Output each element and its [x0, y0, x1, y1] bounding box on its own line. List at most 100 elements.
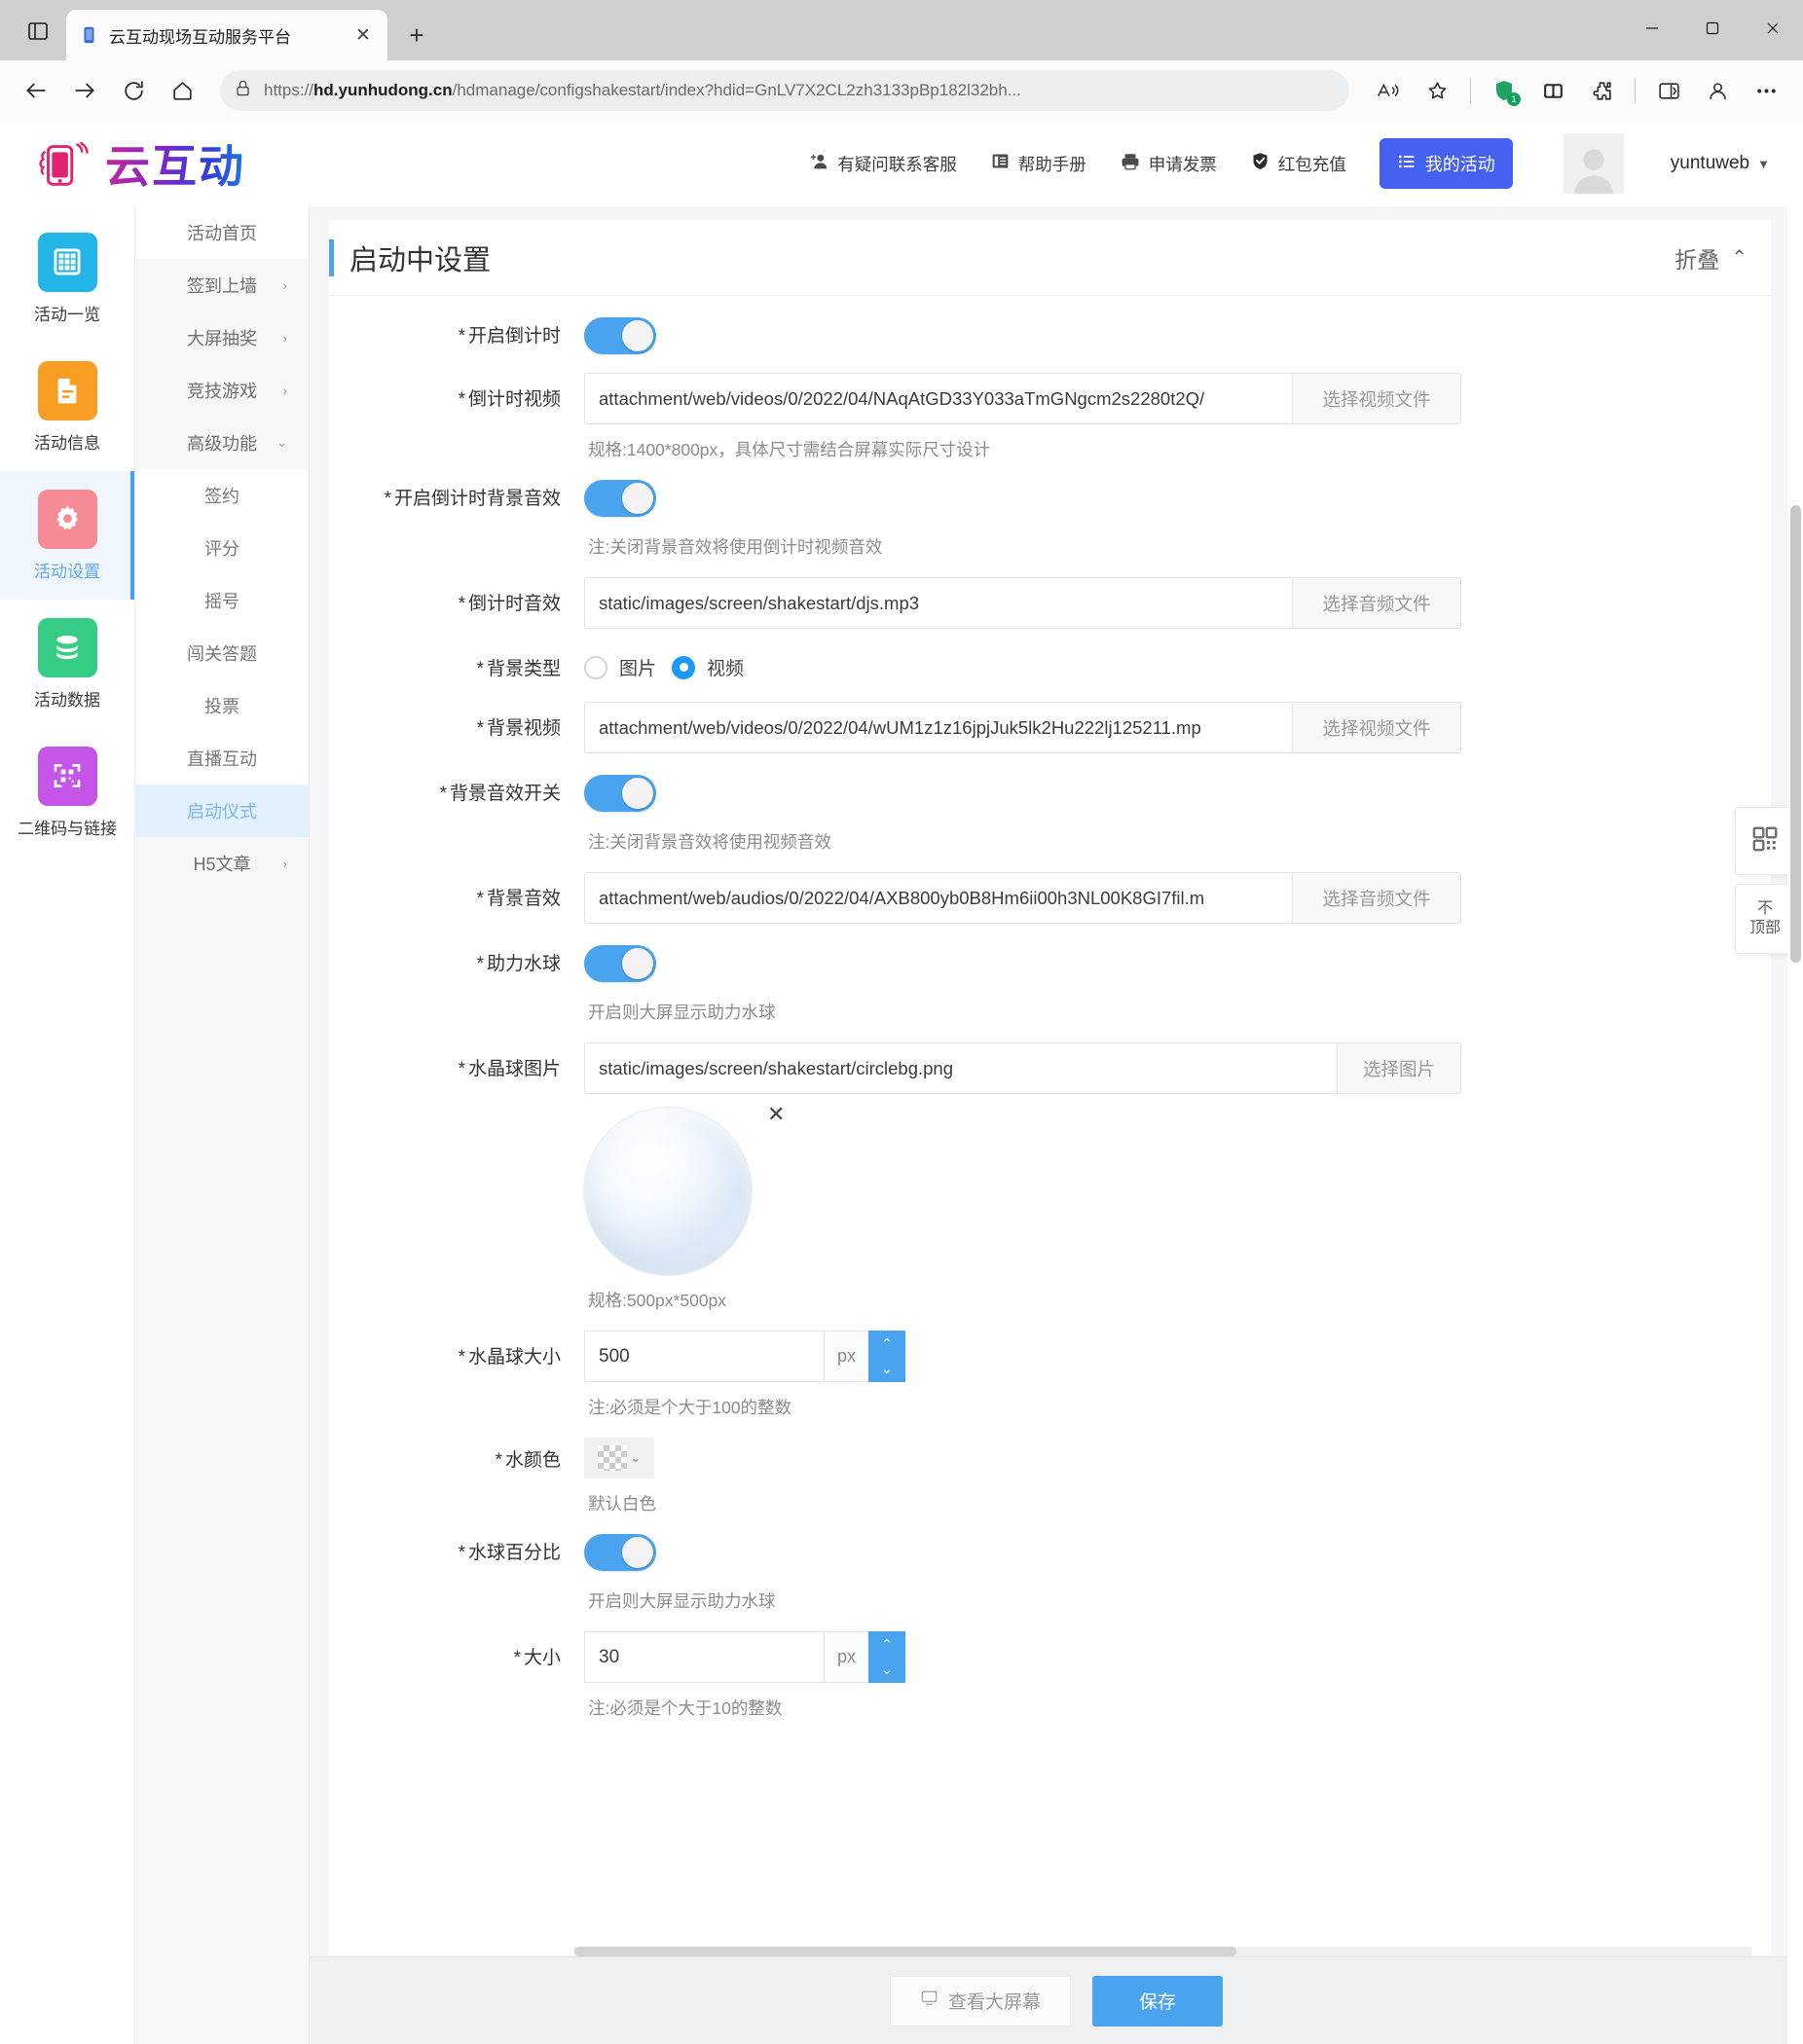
save-button[interactable]: 保存	[1092, 1976, 1223, 2026]
radio-dot-icon	[584, 656, 607, 679]
chevron-right-icon: ›	[283, 331, 287, 346]
sidebar-item-qrcode-link[interactable]: 二维码与链接	[0, 728, 134, 857]
field-label: *开启倒计时	[329, 317, 584, 373]
submenu-item-live-interaction[interactable]: 直播互动	[135, 732, 309, 785]
horizontal-scrollbar[interactable]	[574, 1947, 1751, 1956]
sidebar-item-activity-list[interactable]: 活动一览	[0, 214, 134, 343]
countdown-video-input[interactable]	[584, 373, 1292, 424]
bgm-hint: 注:关闭背景音效将使用视频音效	[584, 817, 1732, 872]
browser-tab[interactable]: 云互动现场互动服务平台 ✕	[66, 10, 387, 60]
bg-type-option-image[interactable]: 图片	[584, 654, 656, 680]
address-bar[interactable]: https://hd.yunhudong.cn/hdmanage/configs…	[220, 70, 1349, 111]
countdown-audio-input[interactable]	[584, 577, 1292, 629]
web-page: 云互动 有疑问联系客服 帮助手册	[0, 121, 1803, 2044]
bgm-toggle[interactable]	[584, 775, 656, 812]
ball-size-input[interactable]	[584, 1331, 824, 1382]
settings-form: *开启倒计时 *倒计时视频	[329, 296, 1771, 1738]
ball-image-input[interactable]	[584, 1042, 1337, 1094]
field-bgm-switch: *背景音效开关 注:关闭背景音效将使用视频音效	[329, 775, 1771, 872]
home-icon[interactable]	[160, 68, 204, 113]
submenu-item-quiz[interactable]: 闯关答题	[135, 627, 309, 679]
sidebar-item-activity-settings[interactable]: 活动设置	[0, 471, 134, 600]
collapse-toggle[interactable]: 折叠 ⌃	[1674, 241, 1748, 274]
submenu-item-scoring[interactable]: 评分	[135, 522, 309, 574]
submenu-label: 签约	[204, 483, 239, 508]
reload-icon[interactable]	[111, 68, 156, 113]
close-window-button[interactable]	[1743, 0, 1803, 56]
field-ball-image: *水晶球图片 选择图片 ✕ 规格:500px*500p	[329, 1042, 1771, 1331]
toolbar-divider	[1470, 78, 1471, 103]
stepper-down-icon[interactable]: ⌄	[868, 1658, 905, 1684]
settings-more-icon[interactable]	[1743, 68, 1789, 113]
select-video-file-button[interactable]: 选择视频文件	[1292, 373, 1461, 424]
monitor-icon	[920, 1989, 938, 2013]
avatar[interactable]	[1564, 133, 1624, 194]
submenu-item-launch-ceremony[interactable]: 启动仪式	[135, 785, 309, 837]
select-bg-video-button[interactable]: 选择视频文件	[1292, 702, 1461, 753]
field-label: *倒计时视频	[329, 373, 584, 480]
stepper-down-icon[interactable]: ⌄	[868, 1357, 905, 1383]
submenu-item-bigscreen-lottery[interactable]: 大屏抽奖 ›	[135, 311, 309, 364]
percent-size-input[interactable]	[584, 1631, 824, 1683]
submenu-item-signin-wall[interactable]: 签到上墙 ›	[135, 259, 309, 311]
profile-icon[interactable]	[1694, 68, 1741, 113]
countdown-bgm-toggle[interactable]	[584, 480, 656, 517]
read-aloud-icon[interactable]	[1365, 68, 1412, 113]
nav-contact-support[interactable]: 有疑问联系客服	[808, 151, 957, 177]
countdown-video-hint: 规格:1400*800px，具体尺寸需结合屏幕实际尺寸设计	[584, 424, 1732, 480]
field-water-color: *水颜色 ⌄ 默认白色	[329, 1438, 1771, 1534]
collections-icon[interactable]	[1529, 68, 1576, 113]
toolbar-divider-2	[1635, 78, 1636, 103]
countdown-toggle[interactable]	[584, 317, 656, 354]
horizontal-scrollbar-thumb[interactable]	[574, 1947, 1236, 1956]
submenu-item-signing[interactable]: 签约	[135, 469, 309, 522]
submenu-item-competitive-games[interactable]: 竞技游戏 ›	[135, 364, 309, 417]
extensions-puzzle-icon[interactable]	[1578, 68, 1625, 113]
add-favorite-icon[interactable]	[1414, 68, 1460, 113]
username-menu[interactable]: yuntuweb ▼	[1671, 153, 1770, 174]
help-ball-toggle[interactable]	[584, 945, 656, 982]
select-bgm-file-button[interactable]: 选择音频文件	[1292, 872, 1461, 924]
stepper-up-icon[interactable]: ⌃	[868, 1631, 905, 1658]
nav-redpacket-recharge[interactable]: 红包充值	[1250, 151, 1346, 176]
submenu-item-h5-article[interactable]: H5文章 ›	[135, 837, 309, 890]
submenu-item-lottery-draw[interactable]: 摇号	[135, 574, 309, 627]
site-logo[interactable]: 云互动	[33, 131, 245, 196]
stepper-up-icon[interactable]: ⌃	[868, 1331, 905, 1357]
ball-percent-hint: 开启则大屏显示助力水球	[584, 1576, 1732, 1631]
close-icon[interactable]: ✕	[767, 1102, 785, 1127]
maximize-button[interactable]	[1682, 0, 1743, 56]
ball-size-stepper: px ⌃ ⌄	[584, 1331, 905, 1382]
view-bigscreen-button[interactable]: 查看大屏幕	[890, 1976, 1071, 2026]
shield-extension-icon[interactable]: 1	[1481, 68, 1527, 113]
select-audio-file-button[interactable]: 选择音频文件	[1292, 577, 1461, 629]
nav-help-manual[interactable]: 帮助手册	[990, 151, 1086, 176]
grid-icon	[38, 233, 97, 292]
my-activity-button[interactable]: 我的活动	[1380, 138, 1513, 189]
bg-video-input[interactable]	[584, 702, 1292, 753]
tab-search-button[interactable]	[10, 6, 66, 56]
page-scrollbar[interactable]	[1787, 121, 1803, 2044]
nav-request-invoice[interactable]: 申请发票	[1120, 151, 1217, 177]
new-tab-button[interactable]: +	[395, 14, 438, 56]
water-color-picker[interactable]: ⌄	[584, 1438, 654, 1478]
select-image-button[interactable]: 选择图片	[1337, 1042, 1461, 1094]
back-icon[interactable]	[14, 68, 58, 113]
field-label: *助力水球	[329, 945, 584, 1042]
bgm-file-input[interactable]	[584, 872, 1292, 924]
bg-type-option-video[interactable]: 视频	[672, 654, 744, 680]
qrcode-widget[interactable]	[1735, 807, 1795, 875]
ball-percent-toggle[interactable]	[584, 1534, 656, 1571]
sidebar-item-activity-data[interactable]: 活动数据	[0, 600, 134, 728]
back-to-top-widget[interactable]: 不 顶部	[1735, 884, 1795, 954]
submenu-item-vote[interactable]: 投票	[135, 679, 309, 732]
submenu-item-advanced-features[interactable]: 高级功能 ⌄	[135, 417, 309, 469]
minimize-button[interactable]	[1622, 0, 1682, 56]
split-screen-icon[interactable]	[1645, 68, 1692, 113]
forward-icon[interactable]	[62, 68, 107, 113]
page-scrollbar-thumb[interactable]	[1790, 505, 1801, 963]
chevron-up-icon: ⌃	[1731, 245, 1748, 270]
sidebar-item-activity-info[interactable]: 活动信息	[0, 343, 134, 471]
submenu-item-activity-home[interactable]: 活动首页	[135, 206, 309, 259]
tab-close-icon[interactable]: ✕	[350, 22, 376, 48]
